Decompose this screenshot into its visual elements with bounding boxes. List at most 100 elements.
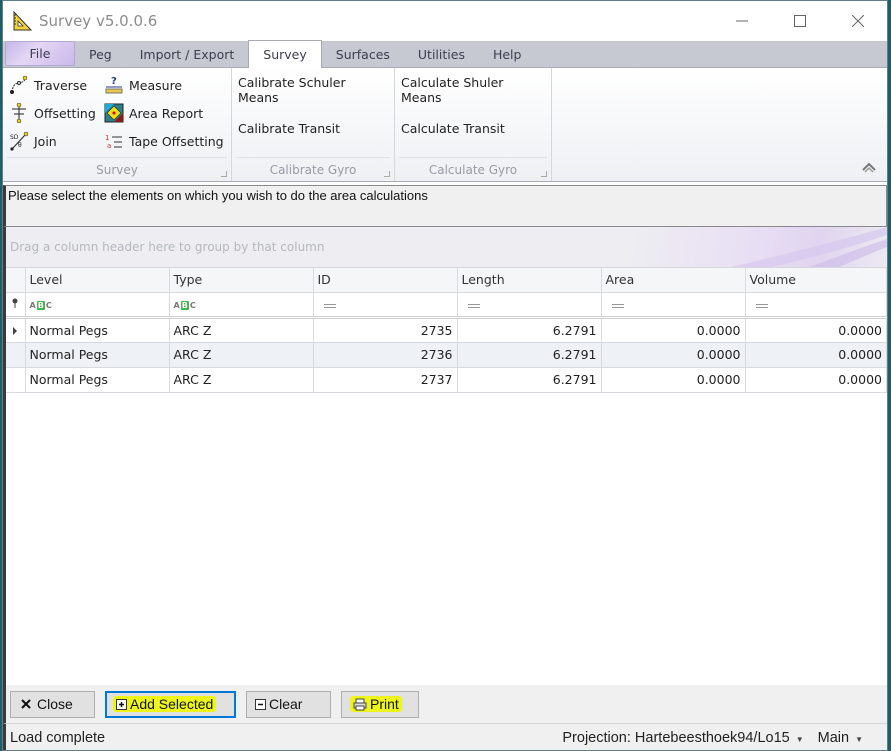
cell-volume[interactable]: 0.0000 [745,367,887,393]
title-bar: Survey v5.0.0.6 [3,1,887,41]
calculate-transit-button[interactable]: Calculate Transit [401,120,545,136]
calibrate-gyro-caption: Calibrate Gyro [269,162,357,177]
table-row[interactable]: Normal Pegs ARC Z 2737 6.2791 0.0000 0.0… [6,367,887,393]
filter-id[interactable] [313,292,458,319]
filter-row: ABC ABC [6,292,887,319]
cell-level[interactable]: Normal Pegs [25,367,170,393]
current-row-arrow-icon [13,326,18,335]
cell-id[interactable]: 2735 [313,317,458,343]
area-report-icon [104,103,124,123]
workspace-dropdown[interactable]: Main ▼ [818,730,863,746]
column-header-area[interactable]: Area [601,268,746,293]
group-by-panel[interactable]: Drag a column header here to group by th… [6,227,887,268]
filter-level[interactable]: ABC [25,292,170,319]
table-row[interactable]: Normal Pegs ARC Z 2735 6.2791 0.0000 0.0… [6,317,887,343]
status-bar: Load complete Projection: Hartebeesthoek… [3,723,887,750]
offsetting-button[interactable]: Offsetting [9,102,104,124]
tab-peg[interactable]: Peg [75,41,126,67]
maximize-icon [794,15,806,27]
column-header-length[interactable]: Length [457,268,602,293]
table-row[interactable]: Normal Pegs ARC Z 2736 6.2791 0.0000 0.0… [6,342,887,368]
tab-utilities[interactable]: Utilities [404,41,479,67]
maximize-button[interactable] [771,1,829,41]
tab-help[interactable]: Help [479,41,536,67]
calculate-gyro-launcher[interactable] [541,171,547,177]
calibrate-transit-button[interactable]: Calibrate Transit [238,120,388,136]
close-icon [852,15,864,27]
cell-type[interactable]: ARC Z [169,317,314,343]
tab-survey[interactable]: Survey [248,40,322,68]
row-indicator[interactable] [6,367,26,393]
group-panel-decoration [731,227,887,267]
text-filter-icon: ABC [29,301,52,310]
printer-icon [353,698,367,710]
clear-button[interactable]: Clear [246,690,331,718]
calibrate-gyro-launcher[interactable] [384,171,390,177]
traverse-icon [10,75,28,94]
column-header-volume[interactable]: Volume [745,268,887,293]
column-header-id[interactable]: ID [313,268,458,293]
svg-text:a: a [107,142,111,150]
projection-dropdown[interactable]: Projection: Hartebeesthoek94/Lo15 ▼ [562,730,803,746]
measure-button[interactable]: ? Measure [104,74,224,96]
cell-id[interactable]: 2736 [313,342,458,368]
close-label: Close [37,696,73,712]
tape-offsetting-label: Tape Offsetting [129,133,224,149]
join-icon: SDθ [10,131,29,151]
cell-type[interactable]: ARC Z [169,342,314,368]
filter-type[interactable]: ABC [169,292,314,319]
filter-length[interactable] [457,292,602,319]
cell-id[interactable]: 2737 [313,367,458,393]
minimize-icon [736,20,748,22]
data-table: Level Type ID Length Area Volume ABC ABC [6,268,887,393]
pin-icon [12,298,18,308]
set-square-icon [13,10,33,31]
cell-length[interactable]: 6.2791 [457,317,602,343]
join-label: Join [34,133,57,149]
close-button[interactable]: Close [10,690,95,718]
calibrate-schuler-means-button[interactable]: Calibrate Schuler Means [238,75,388,105]
cell-type[interactable]: ARC Z [169,367,314,393]
action-bar: Close Add Selected Clear Print [3,685,887,723]
column-header-level[interactable]: Level [25,268,170,293]
filter-volume[interactable] [745,292,887,319]
projection-label: Projection: Hartebeesthoek94/Lo15 [562,729,790,746]
row-indicator[interactable] [6,317,26,343]
cell-area[interactable]: 0.0000 [601,367,746,393]
minimize-button[interactable] [713,1,771,41]
ribbon-group-survey: Traverse ? Measure Offsetting Area Repor… [3,68,232,181]
print-button[interactable]: Print [341,690,419,718]
cell-area[interactable]: 0.0000 [601,317,746,343]
area-report-button[interactable]: Area Report [104,102,224,124]
tab-import-export[interactable]: Import / Export [126,41,249,67]
tape-offsetting-button[interactable]: 1a Tape Offsetting [104,130,224,152]
column-header-type[interactable]: Type [169,268,314,293]
cell-area[interactable]: 0.0000 [601,342,746,368]
cell-level[interactable]: Normal Pegs [25,342,170,368]
traverse-label: Traverse [34,77,88,93]
add-selected-button[interactable]: Add Selected [105,690,236,718]
clear-label: Clear [269,696,303,712]
equals-filter-icon [323,304,336,308]
join-button[interactable]: SD θ Join [9,130,104,152]
workspace-label: Main [817,729,850,746]
traverse-button[interactable]: Traverse [9,74,104,96]
cell-level[interactable]: Normal Pegs [25,317,170,343]
close-window-button[interactable] [829,1,887,41]
cell-length[interactable]: 6.2791 [457,367,602,393]
svg-text:1: 1 [105,134,109,142]
cell-volume[interactable]: 0.0000 [745,317,887,343]
minus-icon [255,698,266,710]
measure-label: Measure [129,77,183,93]
collapse-ribbon-icon[interactable] [861,161,877,173]
cell-volume[interactable]: 0.0000 [745,342,887,368]
group-panel-hint: Drag a column header here to group by th… [10,240,325,254]
add-selected-label: Add Selected [130,696,214,712]
tab-file[interactable]: File [5,41,75,66]
filter-area[interactable] [601,292,746,319]
calculate-shuler-means-button[interactable]: Calculate Shuler Means [401,75,545,105]
tab-surfaces[interactable]: Surfaces [322,41,404,67]
cell-length[interactable]: 6.2791 [457,342,602,368]
row-indicator[interactable] [6,342,26,368]
survey-group-launcher[interactable] [221,171,227,177]
